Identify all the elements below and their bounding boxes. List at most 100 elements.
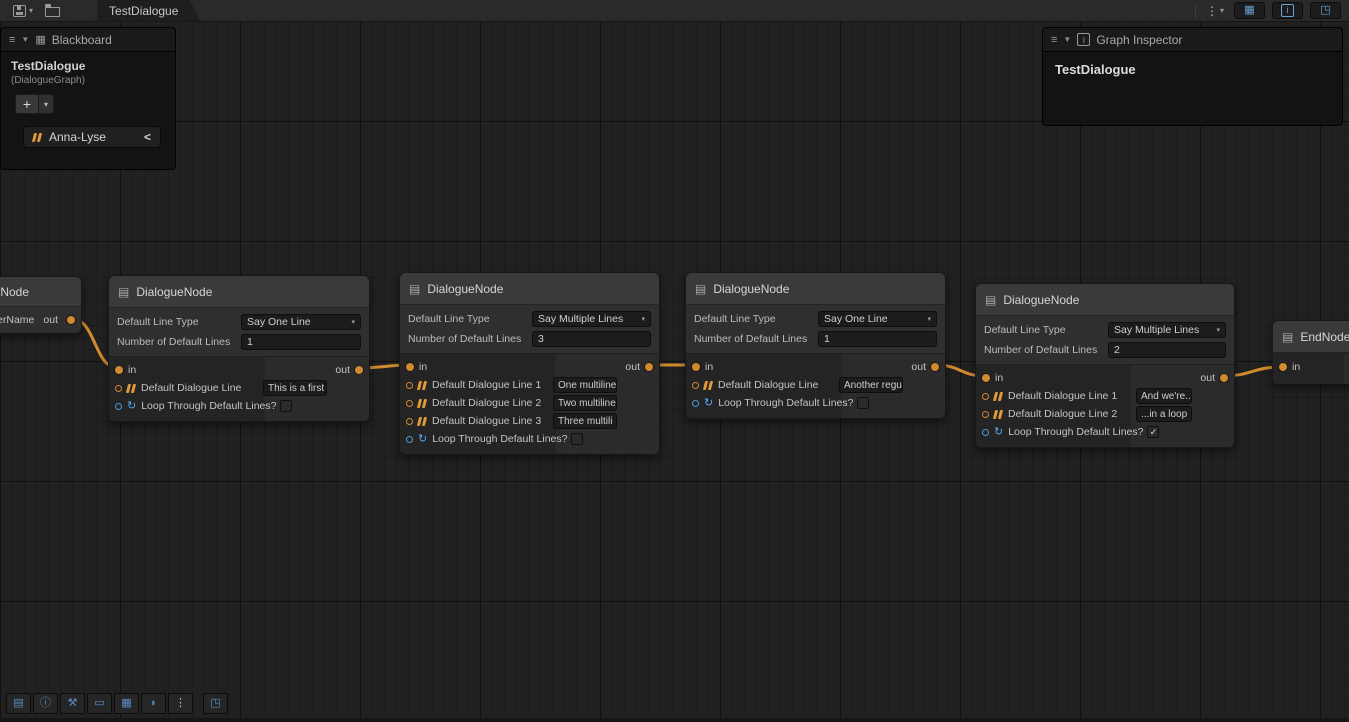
blackboard-graph-type: (DialogueGraph) [11, 75, 165, 86]
frame-graph-button[interactable]: ◳ [1310, 2, 1341, 19]
dialogue-node-2[interactable]: ▤ DialogueNode Default Line Type Say Mul… [399, 272, 660, 455]
line-port[interactable] [406, 400, 413, 407]
out-port[interactable] [67, 316, 75, 324]
line-text-field[interactable]: This is a first [263, 380, 327, 396]
node-properties: Default Line Type Say One Line ▾ Number … [686, 305, 945, 353]
line-port[interactable] [406, 418, 413, 425]
collapse-arrow-icon[interactable]: ▼ [21, 35, 29, 44]
blackboard-panel[interactable]: ≡ ▼ ▦ Blackboard TestDialogue (DialogueG… [0, 27, 176, 170]
node-title: DialogueNode [1003, 293, 1079, 307]
node-title-bar[interactable]: ▤ DialogueNode [976, 284, 1234, 316]
drag-handle-icon[interactable]: ≡ [1051, 34, 1057, 46]
num-lines-field[interactable]: 1 [241, 334, 361, 350]
inspector-toggle-button[interactable]: i [1272, 2, 1303, 19]
frame-icon: ◳ [1320, 5, 1330, 16]
out-port[interactable] [355, 366, 363, 374]
in-port[interactable] [982, 374, 990, 382]
loop-checkbox[interactable] [857, 397, 869, 409]
line-text-field[interactable]: One multiline [553, 377, 617, 393]
graph-inspector-header[interactable]: ≡ ▼ i Graph Inspector [1043, 28, 1342, 52]
open-folder-button[interactable] [42, 2, 63, 19]
collapse-arrow-icon[interactable]: ▼ [1063, 35, 1071, 44]
line-type-value: Say Multiple Lines [1114, 324, 1199, 336]
dialogue-line-row: Default Dialogue Line 2 Two multiline [400, 394, 659, 412]
end-node[interactable]: ▤ EndNode in [1272, 320, 1349, 385]
add-property-dropdown[interactable]: ▾ [39, 94, 54, 114]
line-port[interactable] [406, 382, 413, 389]
dialogue-node-icon: ▤ [695, 282, 706, 296]
line-text-field[interactable]: ...in a loop [1136, 406, 1192, 422]
save-dropdown-icon[interactable]: ▾ [29, 6, 33, 15]
line-type-label: Default Line Type [117, 316, 241, 328]
dialogue-node-4[interactable]: ▤ DialogueNode Default Line Type Say Mul… [975, 283, 1235, 448]
blackboard-header[interactable]: ≡ ▼ ▦ Blackboard [1, 28, 175, 52]
line-text-field[interactable]: Two multiline [553, 395, 617, 411]
chevron-left-icon[interactable]: < [144, 130, 151, 144]
line-type-dropdown[interactable]: Say One Line ▾ [241, 314, 361, 330]
drag-handle-icon[interactable]: ≡ [9, 34, 15, 46]
line-type-row: Default Line Type Say Multiple Lines ▾ [984, 321, 1226, 338]
node-title-bar[interactable]: Node [0, 277, 81, 307]
line-type-dropdown[interactable]: Say One Line ▾ [818, 311, 937, 327]
in-port[interactable] [692, 363, 700, 371]
loop-checkbox-checked[interactable]: ✓ [1147, 426, 1159, 438]
node-title-bar[interactable]: ▤ DialogueNode [109, 276, 369, 308]
line-type-dropdown[interactable]: Say Multiple Lines ▾ [1108, 322, 1226, 338]
line-text-field[interactable]: Three multili [553, 413, 617, 429]
in-port[interactable] [406, 363, 414, 371]
tools-button[interactable]: ⚒ [60, 693, 85, 714]
loop-port[interactable] [692, 400, 699, 407]
loop-port[interactable] [982, 429, 989, 436]
node-title-bar[interactable]: ▤ EndNode [1273, 321, 1349, 353]
end-node-icon: ▤ [1282, 330, 1293, 344]
dialogue-node-1[interactable]: ▤ DialogueNode Default Line Type Say One… [108, 275, 370, 422]
dialogue-quote-icon [994, 410, 1003, 419]
save-button[interactable]: ▾ [10, 3, 36, 19]
inspector-button[interactable]: ⓘ [33, 693, 58, 714]
loop-checkbox[interactable] [571, 433, 583, 445]
loop-port[interactable] [115, 403, 122, 410]
dialogue-line-row: Default Dialogue Line This is a first [109, 379, 369, 397]
line-type-row: Default Line Type Say Multiple Lines ▾ [408, 310, 651, 327]
more-button[interactable]: ⋮ [168, 693, 193, 714]
blackboard-button[interactable]: ▦ [114, 693, 139, 714]
out-port[interactable] [1220, 374, 1228, 382]
graph-inspector-panel[interactable]: ≡ ▼ i Graph Inspector TestDialogue [1042, 27, 1343, 126]
overflow-menu-button[interactable]: ⋮ ▾ [1203, 2, 1227, 20]
line-text-field[interactable]: Another regu [839, 377, 903, 393]
out-port[interactable] [645, 363, 653, 371]
in-port[interactable] [1279, 363, 1287, 371]
node-title-bar[interactable]: ▤ DialogueNode [686, 273, 945, 305]
blackboard-toggle-button[interactable]: ▦ [1234, 2, 1265, 19]
out-port-label: out [911, 361, 926, 373]
line-text-field[interactable]: And we're... [1136, 388, 1192, 404]
in-port-label: in [995, 372, 1003, 384]
line-type-dropdown[interactable]: Say Multiple Lines ▾ [532, 311, 651, 327]
loop-checkbox[interactable] [280, 400, 292, 412]
loop-port[interactable] [406, 436, 413, 443]
line-label: Default Dialogue Line 2 [432, 397, 541, 409]
start-node[interactable]: Node kerName out [0, 276, 82, 334]
add-property-button[interactable]: + [15, 94, 39, 114]
line-port[interactable] [692, 382, 699, 389]
line-label: Default Dialogue Line [141, 382, 241, 394]
graph-tab[interactable]: TestDialogue [97, 0, 200, 22]
line-type-row: Default Line Type Say One Line ▾ [117, 313, 361, 330]
num-lines-field[interactable]: 1 [818, 331, 937, 347]
console-button[interactable]: ▤ [6, 693, 31, 714]
dialogue-quote-icon [127, 384, 136, 393]
line-port[interactable] [982, 411, 989, 418]
line-port[interactable] [115, 385, 122, 392]
dialogue-node-3[interactable]: ▤ DialogueNode Default Line Type Say One… [685, 272, 946, 419]
node-title-bar[interactable]: ▤ DialogueNode [400, 273, 659, 305]
num-lines-field[interactable]: 2 [1108, 342, 1226, 358]
node-ports: in [1273, 353, 1349, 384]
window-button[interactable]: ▭ [87, 693, 112, 714]
open-external-button[interactable]: ◳ [203, 693, 228, 714]
num-lines-field[interactable]: 3 [532, 331, 651, 347]
in-port[interactable] [115, 366, 123, 374]
blackboard-property-anna-lyse[interactable]: Anna-Lyse < [23, 126, 161, 148]
out-port[interactable] [931, 363, 939, 371]
line-port[interactable] [982, 393, 989, 400]
dialogue-button[interactable]: ◗ [141, 693, 166, 714]
